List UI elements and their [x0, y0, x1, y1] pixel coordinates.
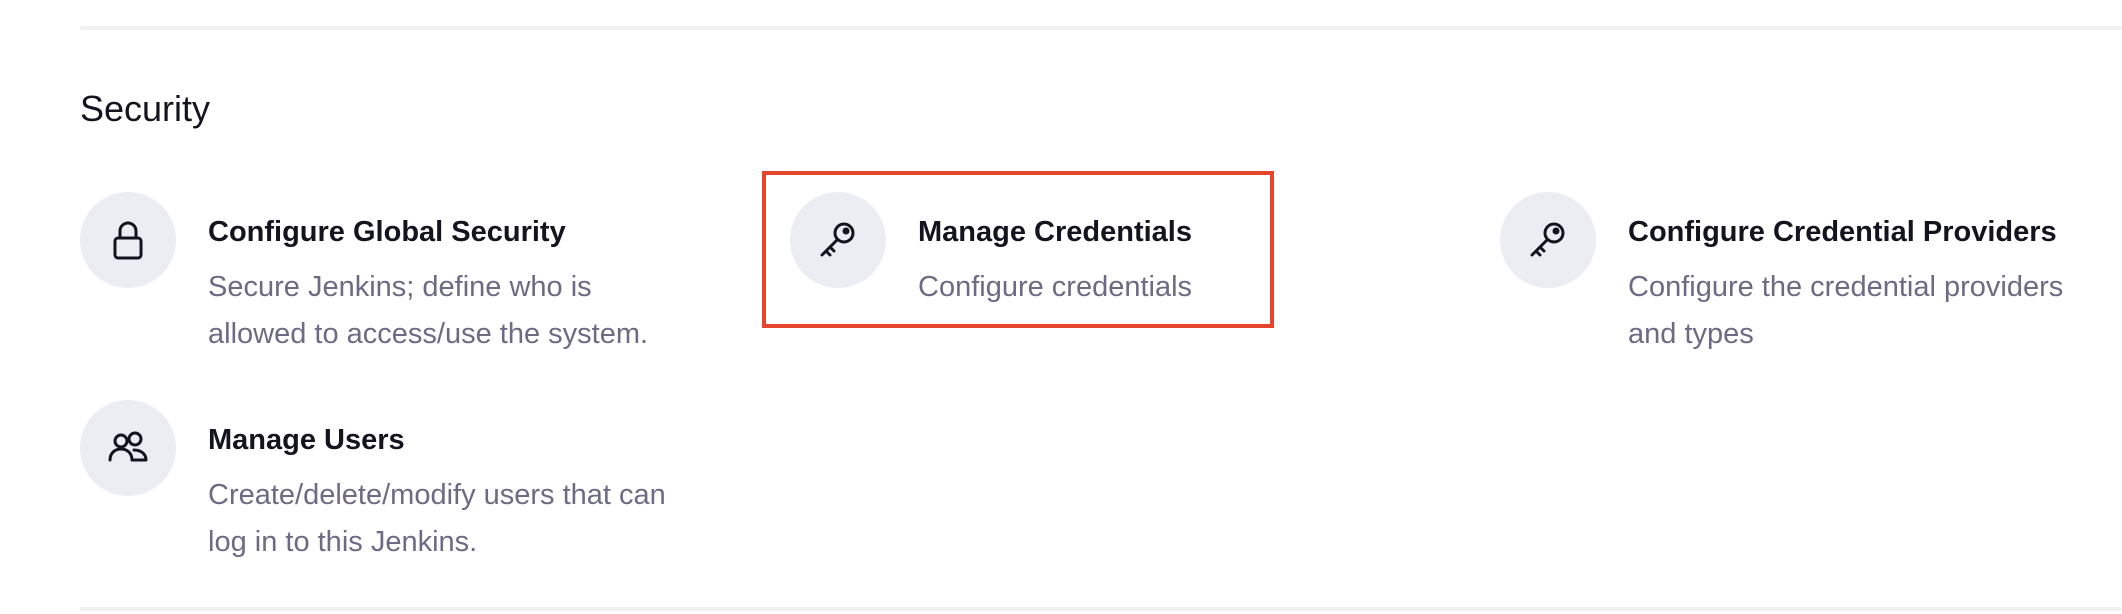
- key-icon: [1500, 192, 1596, 288]
- section-title: Security: [80, 88, 211, 129]
- lock-icon: [80, 192, 176, 288]
- item-description: Configure credentials: [918, 271, 1193, 303]
- top-divider: [80, 26, 2122, 30]
- item-title: Manage Users: [208, 424, 405, 456]
- users-icon: [80, 400, 176, 496]
- item-description: Secure Jenkins; define who is allowed to …: [208, 271, 649, 350]
- item-description: Create/delete/modify users that can log i…: [208, 479, 666, 558]
- key-icon: [790, 192, 886, 288]
- item-title: Configure Credential Providers: [1628, 216, 2057, 248]
- configure-credential-providers-link[interactable]: Configure Credential Providers Configure…: [1500, 192, 2122, 350]
- item-title: Manage Credentials: [918, 216, 1192, 248]
- item-description: Configure the credential providers and ty…: [1628, 271, 2064, 350]
- bottom-divider: [80, 607, 2122, 611]
- configure-global-security-link[interactable]: Configure Global Security Secure Jenkins…: [80, 192, 720, 350]
- manage-users-link[interactable]: Manage Users Create/delete/modify users …: [80, 400, 720, 558]
- manage-credentials-link[interactable]: Manage Credentials Configure credentials: [790, 192, 1230, 303]
- item-title: Configure Global Security: [208, 216, 566, 248]
